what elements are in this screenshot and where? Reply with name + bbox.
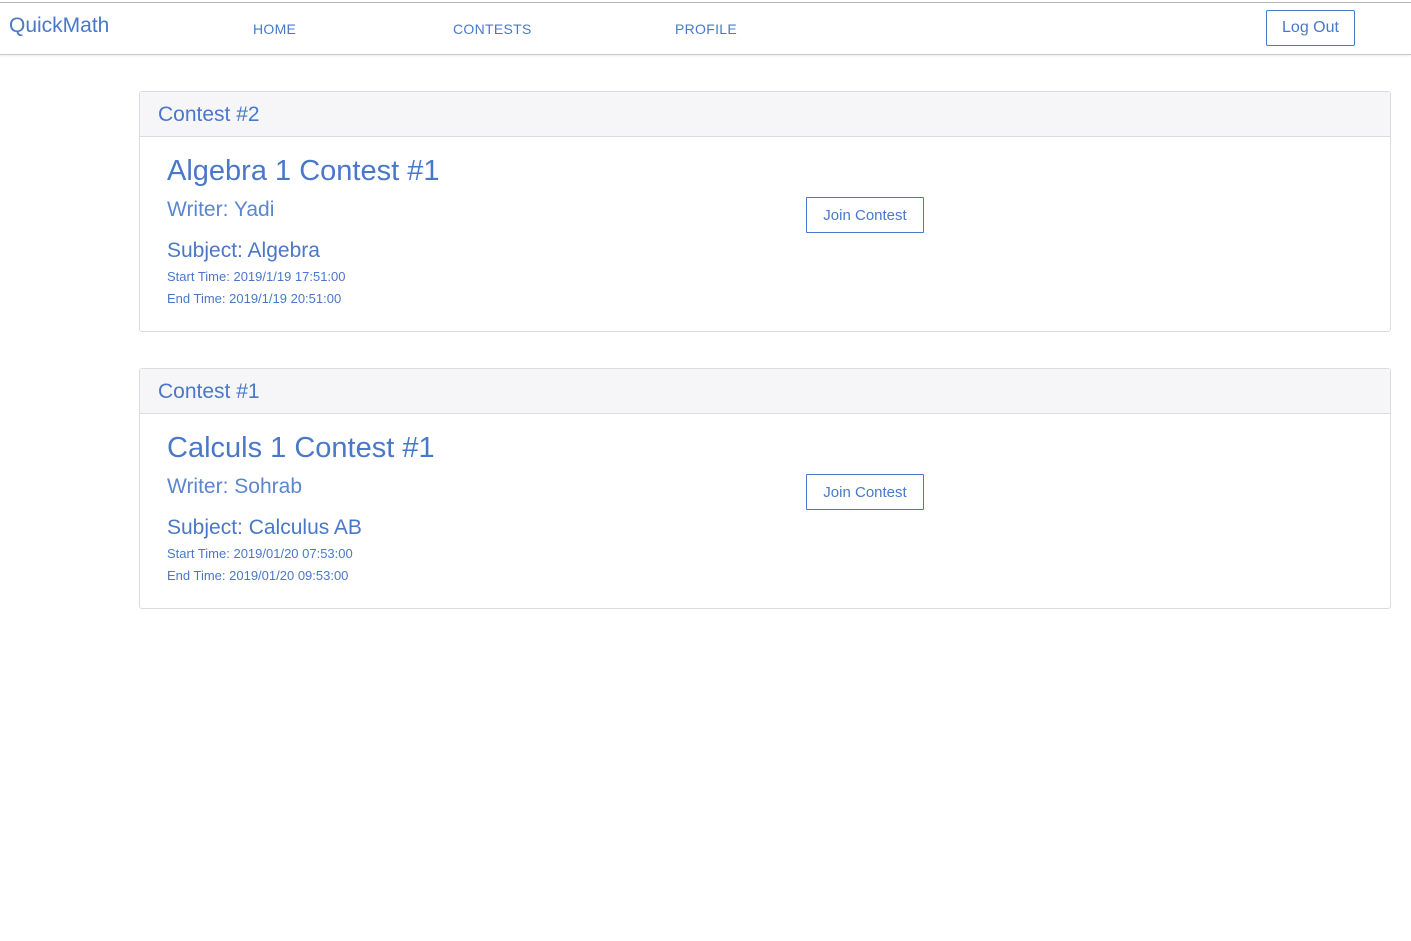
contest-card-body: Algebra 1 Contest #1 Writer: Yadi Subjec…	[140, 137, 1390, 331]
contest-subject: Subject: Algebra	[167, 239, 320, 262]
join-contest-button[interactable]: Join Contest	[806, 474, 924, 510]
contest-writer: Writer: Yadi	[167, 198, 275, 221]
brand-logo-link[interactable]: QuickMath	[9, 14, 109, 38]
contest-writer: Writer: Sohrab	[167, 475, 302, 498]
contest-title: Calculs 1 Contest #1	[167, 432, 435, 464]
top-navbar: QuickMath HOME CONTESTS PROFILE Log Out	[0, 2, 1411, 55]
contest-end-time: End Time: 2019/1/19 20:51:00	[167, 291, 342, 306]
contest-card-header: Contest #2	[140, 92, 1390, 137]
contest-start-time: Start Time: 2019/1/19 17:51:00	[167, 269, 346, 284]
join-contest-button[interactable]: Join Contest	[806, 197, 924, 233]
contest-start-time: Start Time: 2019/01/20 07:53:00	[167, 546, 353, 561]
nav-link-profile[interactable]: PROFILE	[675, 21, 737, 37]
nav-link-home[interactable]: HOME	[253, 21, 296, 37]
nav-link-contests[interactable]: CONTESTS	[453, 21, 532, 37]
contest-title: Algebra 1 Contest #1	[167, 155, 440, 187]
log-out-button[interactable]: Log Out	[1266, 10, 1355, 46]
contest-subject: Subject: Calculus AB	[167, 516, 362, 539]
contest-end-time: End Time: 2019/01/20 09:53:00	[167, 568, 349, 583]
contest-card: Contest #2 Algebra 1 Contest #1 Writer: …	[139, 91, 1391, 332]
contest-card: Contest #1 Calculs 1 Contest #1 Writer: …	[139, 368, 1391, 609]
contest-card-body: Calculs 1 Contest #1 Writer: Sohrab Subj…	[140, 414, 1390, 608]
contest-card-header: Contest #1	[140, 369, 1390, 414]
